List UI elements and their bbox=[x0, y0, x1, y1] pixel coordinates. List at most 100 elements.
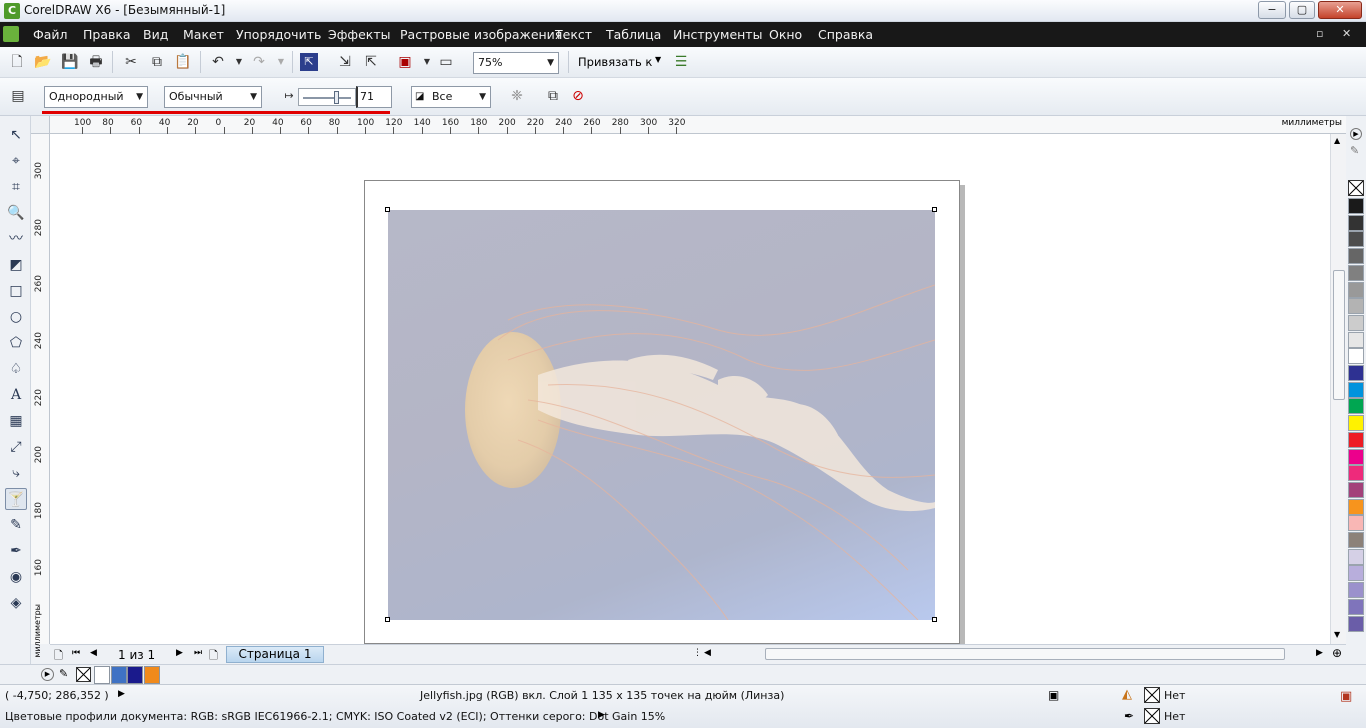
doc-no-color-swatch[interactable] bbox=[76, 667, 91, 682]
smart-fill-tool-icon[interactable]: ◩ bbox=[5, 254, 27, 276]
menu-7[interactable]: Текст bbox=[555, 27, 592, 42]
menu-6[interactable]: Растровые изображения bbox=[400, 27, 562, 42]
palette-swatch[interactable] bbox=[1348, 198, 1364, 214]
crop-tool-icon[interactable]: ⌗ bbox=[5, 176, 27, 198]
menu-5[interactable]: Эффекты bbox=[328, 27, 391, 42]
maximize-button[interactable]: ▢ bbox=[1289, 1, 1315, 19]
transparency-mode-select[interactable]: Обычный ▼ bbox=[164, 86, 262, 108]
copy-icon[interactable]: ⧉ bbox=[148, 53, 166, 71]
splitter-icon[interactable]: ⋮ bbox=[693, 648, 702, 658]
palette-swatch[interactable] bbox=[1348, 365, 1364, 381]
outline-swatch[interactable] bbox=[1144, 708, 1160, 724]
menu-4[interactable]: Упорядочить bbox=[236, 27, 321, 42]
coords-menu-icon[interactable]: ▶ bbox=[118, 689, 125, 699]
doc-restore-button[interactable]: ▫ bbox=[1316, 27, 1323, 40]
zoom-tool-icon[interactable]: 🔍 bbox=[5, 202, 27, 224]
open-icon[interactable]: 📂 bbox=[34, 53, 52, 71]
scroll-up-icon[interactable]: ▲ bbox=[1334, 136, 1340, 145]
fill-tool-icon[interactable]: ◉ bbox=[5, 566, 27, 588]
publish-pdf-icon[interactable]: ▣ bbox=[396, 53, 414, 71]
selection-handle[interactable] bbox=[932, 617, 937, 622]
palette-swatch[interactable] bbox=[1348, 281, 1364, 298]
paste-icon[interactable]: 📋 bbox=[174, 53, 192, 71]
palette-swatch[interactable] bbox=[1348, 231, 1364, 248]
palette-swatch[interactable] bbox=[1348, 615, 1364, 632]
scroll-down-icon[interactable]: ▼ bbox=[1334, 630, 1340, 639]
transparency-value-input[interactable]: 71 bbox=[356, 86, 392, 108]
color-eyedropper-tool-icon[interactable]: ✎ bbox=[5, 514, 27, 536]
horizontal-ruler[interactable]: 100 80 60 40 20 0 20 40 60 80 100 120 140 160 180 200 22… bbox=[50, 116, 1346, 134]
menu-9[interactable]: Инструменты bbox=[673, 27, 762, 42]
scroll-left-icon[interactable]: ◀ bbox=[704, 648, 711, 658]
first-page-icon[interactable]: ⏮ bbox=[72, 648, 80, 658]
basic-shapes-tool-icon[interactable]: ♤ bbox=[5, 358, 27, 380]
palette-swatch[interactable] bbox=[1348, 515, 1364, 532]
table-tool-icon[interactable]: ▦ bbox=[5, 410, 27, 432]
full-screen-preview-icon[interactable]: ▭ bbox=[437, 53, 455, 71]
menu-2[interactable]: Вид bbox=[143, 27, 168, 42]
palette-swatch[interactable] bbox=[1348, 331, 1364, 348]
hints-icon[interactable]: ▣ bbox=[1340, 689, 1352, 704]
new-document-icon[interactable]: 🗋 bbox=[8, 53, 26, 71]
palette-swatch[interactable] bbox=[1348, 548, 1364, 565]
menu-3[interactable]: Макет bbox=[183, 27, 224, 42]
next-page-icon[interactable]: ▶ bbox=[176, 648, 183, 658]
vertical-ruler[interactable]: 300 280 260 240 220 200 180 160 миллиметры bbox=[31, 134, 50, 658]
palette-swatch[interactable] bbox=[1348, 565, 1364, 582]
palette-scroll-up-icon[interactable]: ▶ bbox=[1350, 128, 1362, 140]
vertical-scrollbar[interactable]: ▲ ▼ bbox=[1330, 134, 1346, 644]
ruler-corner[interactable] bbox=[31, 116, 50, 134]
save-icon[interactable]: 💾 bbox=[61, 53, 79, 71]
clear-transparency-icon[interactable]: ⊘ bbox=[569, 87, 587, 105]
selection-handle[interactable] bbox=[932, 207, 937, 212]
color-proof-icon[interactable]: ▣ bbox=[1048, 688, 1059, 702]
palette-swatch[interactable] bbox=[1348, 532, 1364, 548]
page-tab[interactable]: Страница 1 bbox=[226, 646, 324, 663]
eyedropper-icon[interactable]: ✎ bbox=[1350, 144, 1359, 157]
pick-tool-icon[interactable]: ↖ bbox=[5, 124, 27, 146]
vertical-scroll-thumb[interactable] bbox=[1333, 270, 1345, 400]
connector-tool-icon[interactable]: ⤷ bbox=[5, 462, 27, 484]
doc-eyedropper-icon[interactable]: ✎ bbox=[59, 667, 68, 680]
snap-dropdown-icon[interactable]: ▼ bbox=[655, 55, 661, 64]
polygon-tool-icon[interactable]: ⬠ bbox=[5, 332, 27, 354]
options-icon[interactable]: ☰ bbox=[672, 53, 690, 71]
text-tool-icon[interactable]: A bbox=[5, 384, 27, 406]
fill-swatch[interactable] bbox=[1144, 687, 1160, 703]
menu-8[interactable]: Таблица bbox=[606, 27, 661, 42]
palette-swatch[interactable] bbox=[1348, 598, 1364, 615]
document-palette-swatch[interactable] bbox=[94, 666, 110, 684]
navigator-icon[interactable]: ⊕ bbox=[1332, 646, 1342, 660]
apply-to-select[interactable]: ◪ Все ▼ bbox=[411, 86, 491, 108]
selection-handle[interactable] bbox=[385, 617, 390, 622]
minimize-button[interactable]: − bbox=[1258, 1, 1286, 19]
copy-transparency-icon[interactable]: ⧉ bbox=[544, 87, 562, 105]
last-page-icon[interactable]: ⏭ bbox=[194, 648, 202, 658]
color-profiles-menu-icon[interactable]: ▶ bbox=[598, 710, 605, 720]
palette-swatch[interactable] bbox=[1348, 381, 1364, 398]
rectangle-tool-icon[interactable]: □ bbox=[5, 280, 27, 302]
scroll-right-icon[interactable]: ▶ bbox=[1316, 648, 1323, 658]
menu-0[interactable]: Файл bbox=[33, 27, 68, 42]
transparency-type-select[interactable]: Однородный ▼ bbox=[44, 86, 148, 108]
import-icon[interactable]: ⇲ bbox=[336, 53, 354, 71]
palette-swatch[interactable] bbox=[1348, 465, 1364, 482]
menu-1[interactable]: Правка bbox=[83, 27, 131, 42]
palette-swatch[interactable] bbox=[1348, 248, 1364, 265]
document-palette-swatch[interactable] bbox=[143, 666, 160, 684]
palette-swatch[interactable] bbox=[1348, 298, 1364, 315]
shape-tool-icon[interactable]: ⌖ bbox=[5, 150, 27, 172]
transparency-slider[interactable] bbox=[298, 88, 356, 106]
document-page[interactable] bbox=[364, 180, 960, 644]
palette-swatch[interactable] bbox=[1348, 264, 1364, 281]
zoom-level-select[interactable]: 75% ▼ bbox=[473, 52, 559, 74]
menu-11[interactable]: Справка bbox=[818, 27, 873, 42]
transparency-tool-icon[interactable]: 🍸 bbox=[5, 488, 27, 510]
horizontal-scroll-thumb[interactable] bbox=[765, 648, 1285, 660]
palette-swatch[interactable] bbox=[1348, 431, 1364, 448]
document-palette-swatch[interactable] bbox=[110, 666, 127, 684]
freeze-transparency-icon[interactable]: ❈ bbox=[508, 87, 526, 105]
palette-swatch[interactable] bbox=[1348, 348, 1364, 365]
dimension-tool-icon[interactable]: ⤢ bbox=[5, 436, 27, 458]
palette-swatch[interactable] bbox=[1348, 314, 1364, 331]
